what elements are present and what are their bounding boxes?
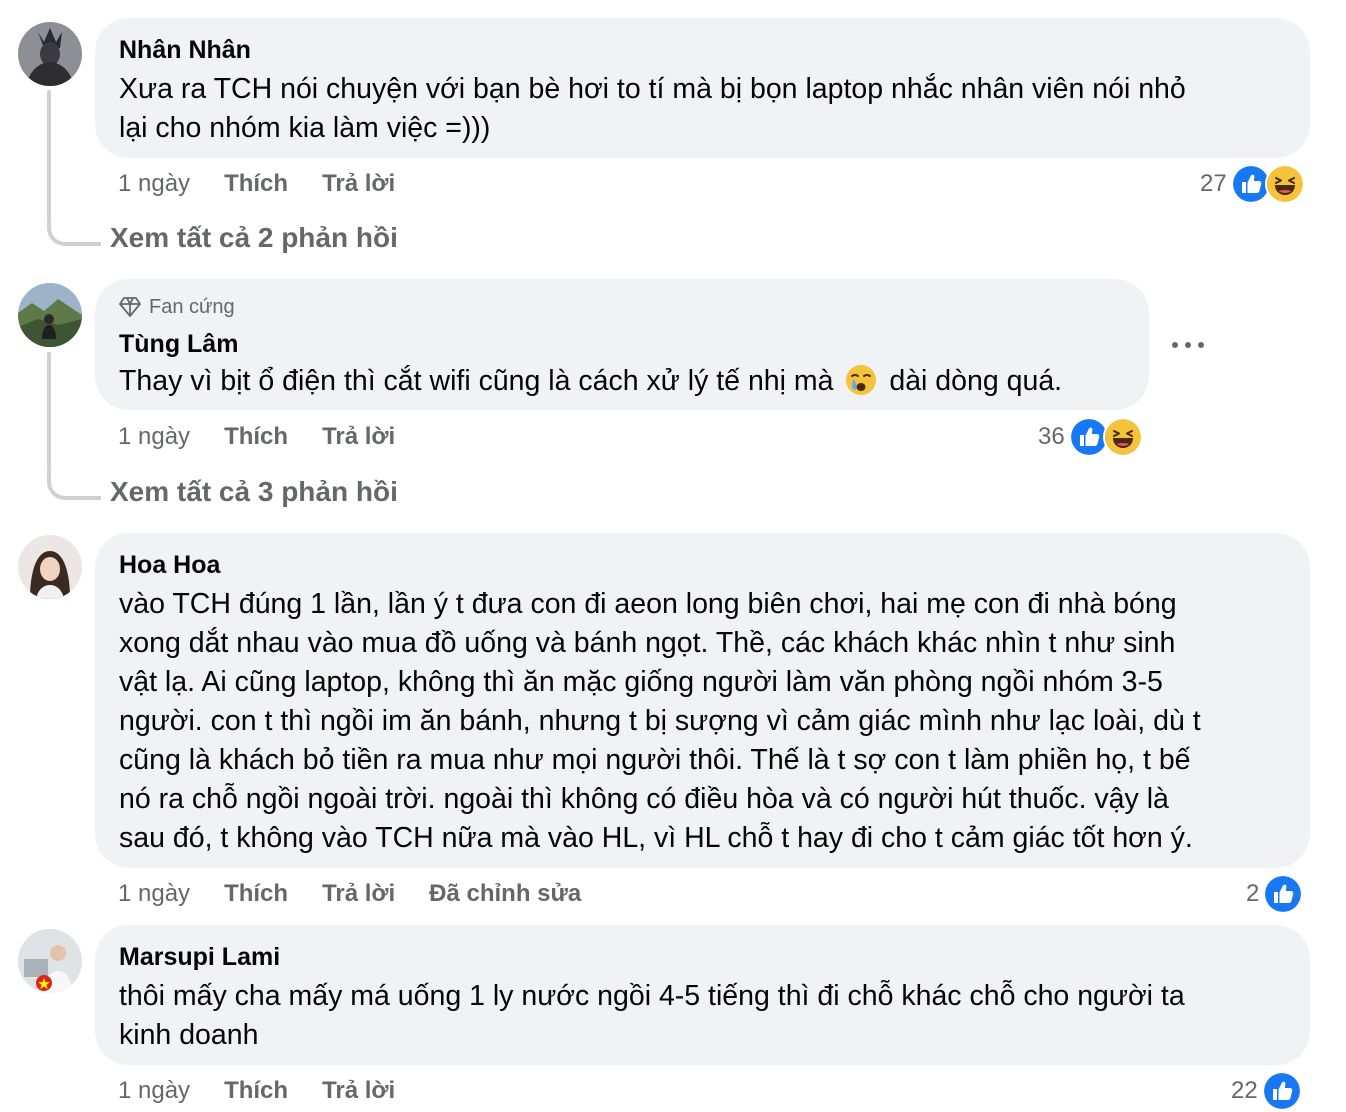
comment-timestamp[interactable]: 1 ngày	[118, 169, 190, 199]
comment-timestamp[interactable]: 1 ngày	[118, 879, 190, 909]
like-button[interactable]: Thích	[224, 1076, 288, 1106]
comment-bubble: Hoa Hoa vào TCH đúng 1 lần, lần ý t đưa …	[95, 533, 1310, 868]
comment-actions: 1 ngày Thích Trả lời Đã chỉnh sửa	[118, 879, 581, 909]
crying-face-emoji	[846, 365, 877, 395]
dot	[1172, 342, 1178, 348]
reaction-count: 2	[1246, 880, 1260, 907]
comment-author[interactable]: Tùng Lâm	[119, 329, 1125, 359]
thread-connector	[47, 218, 101, 246]
more-options-button[interactable]	[1172, 331, 1204, 359]
comment-bubble: Nhân Nhân Xưa ra TCH nói chuyện với bạn …	[95, 18, 1310, 158]
badge-label: Fan cứng	[149, 296, 235, 318]
comment-text: Thay vì bịt ổ điện thì cắt wifi cũng là …	[119, 365, 1063, 397]
see-all-replies-link[interactable]: Xem tất cả 3 phản hồi	[110, 476, 398, 508]
reaction-count: 22	[1231, 1077, 1258, 1104]
comment-text: thôi mấy cha mấy má uống 1 ly nước ngồi …	[119, 980, 1185, 1051]
avatar[interactable]	[18, 22, 82, 86]
reaction-count: 27	[1200, 170, 1227, 197]
reply-button[interactable]: Trả lời	[322, 879, 395, 909]
like-icon	[1265, 876, 1301, 912]
top-fan-badge: Fan cứng	[119, 295, 1125, 319]
see-all-replies-link[interactable]: Xem tất cả 2 phản hồi	[110, 222, 398, 254]
avatar[interactable]	[18, 929, 82, 993]
haha-icon	[1105, 419, 1141, 455]
comment-author[interactable]: Marsupi Lami	[119, 942, 1286, 972]
reaction-count: 36	[1038, 423, 1065, 450]
avatar-image	[18, 535, 82, 599]
like-icon	[1071, 419, 1107, 455]
like-icon	[1264, 1073, 1300, 1109]
diamond-icon	[119, 297, 141, 317]
avatar-image	[18, 929, 82, 993]
haha-icon	[1267, 166, 1303, 202]
reply-button[interactable]: Trả lời	[322, 422, 395, 452]
avatar[interactable]	[18, 535, 82, 599]
dot	[1185, 342, 1191, 348]
avatar-image	[18, 283, 82, 347]
reaction-summary[interactable]: 22	[1231, 1073, 1300, 1109]
comment-actions: 1 ngày Thích Trả lời	[118, 1076, 395, 1106]
thread-line	[47, 352, 51, 472]
comment-author[interactable]: Hoa Hoa	[119, 550, 1286, 580]
reaction-summary[interactable]: 36	[1038, 419, 1141, 455]
reply-button[interactable]: Trả lời	[322, 169, 395, 199]
comment-author[interactable]: Nhân Nhân	[119, 35, 1286, 65]
thread-connector	[47, 472, 101, 500]
thread-line	[47, 90, 51, 218]
reaction-summary[interactable]: 2	[1246, 876, 1301, 912]
like-button[interactable]: Thích	[224, 169, 288, 199]
comment-timestamp[interactable]: 1 ngày	[118, 1076, 190, 1106]
edited-label[interactable]: Đã chỉnh sửa	[429, 879, 581, 909]
comment-bubble: Fan cứng Tùng Lâm Thay vì bịt ổ điện thì…	[95, 279, 1149, 410]
avatar[interactable]	[18, 283, 82, 347]
dot	[1198, 342, 1204, 348]
like-icon	[1233, 166, 1269, 202]
comment-bubble: Marsupi Lami thôi mấy cha mấy má uống 1 …	[95, 925, 1310, 1065]
comment-text: Xưa ra TCH nói chuyện với bạn bè hơi to …	[119, 73, 1186, 144]
like-button[interactable]: Thích	[224, 422, 288, 452]
reply-button[interactable]: Trả lời	[322, 1076, 395, 1106]
comment-actions: 1 ngày Thích Trả lời	[118, 169, 395, 199]
avatar-image	[18, 22, 82, 86]
comment-timestamp[interactable]: 1 ngày	[118, 422, 190, 452]
comment-text: vào TCH đúng 1 lần, lần ý t đưa con đi a…	[119, 588, 1201, 854]
comment-actions: 1 ngày Thích Trả lời	[118, 422, 395, 452]
like-button[interactable]: Thích	[224, 879, 288, 909]
reaction-summary[interactable]: 27	[1200, 166, 1303, 202]
